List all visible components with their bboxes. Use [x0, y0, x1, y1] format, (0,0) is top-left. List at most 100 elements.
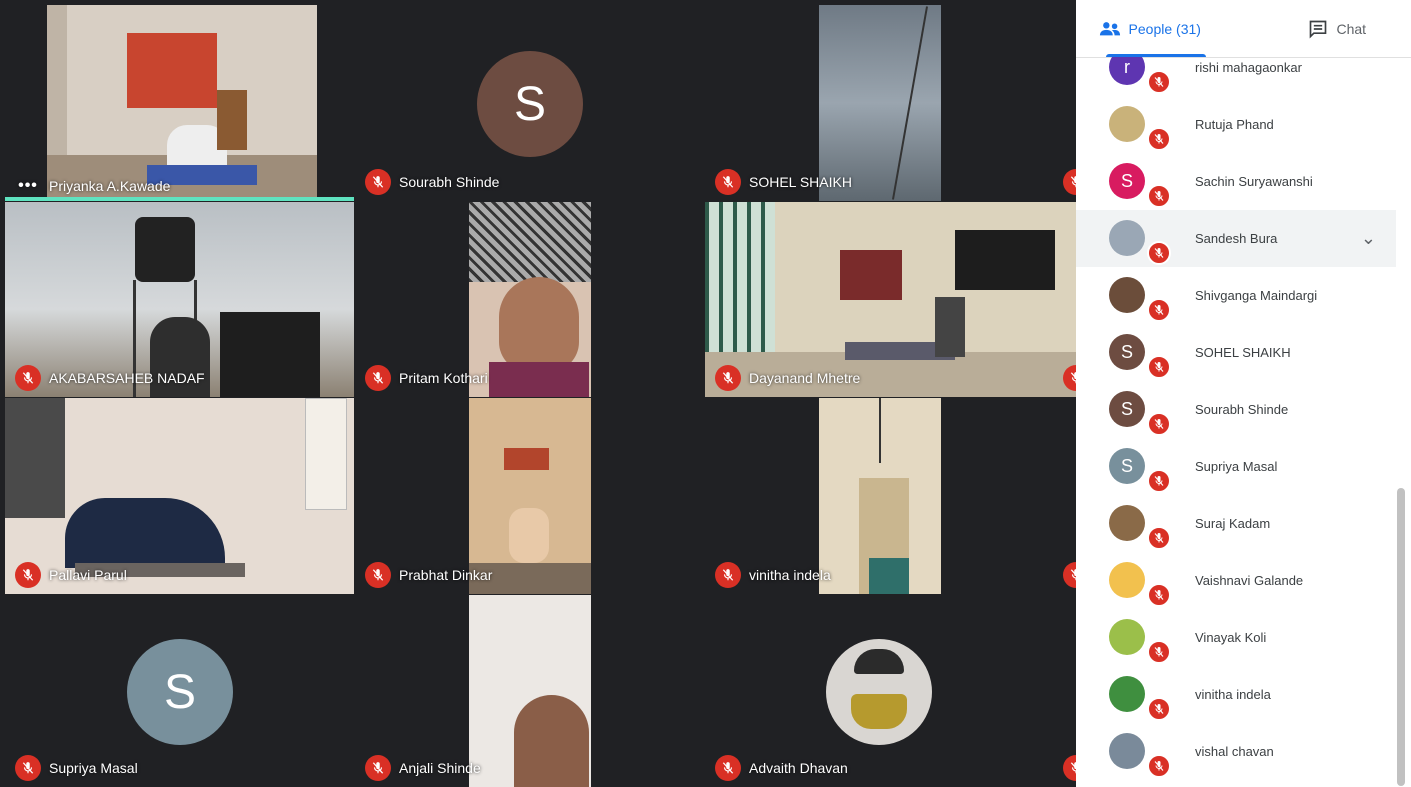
participant-name: Supriya Masal — [49, 760, 138, 776]
avatar — [1109, 619, 1145, 655]
participant-name: Advaith Dhavan — [749, 760, 848, 776]
participant-label: Prabhat Dinkar — [365, 562, 492, 588]
mic-off-icon — [1147, 469, 1171, 493]
panel-tabs: People (31) Chat — [1076, 0, 1411, 58]
participant-label: Sourabh Shinde — [365, 169, 499, 195]
participant-label: SOHEL SHAIKH — [715, 169, 852, 195]
mic-off-icon — [365, 755, 391, 781]
participant-label: Supriya Masal — [15, 755, 138, 781]
participant-name: Pallavi Parul — [49, 567, 127, 583]
avatar — [826, 639, 932, 745]
mic-off-icon — [1147, 184, 1171, 208]
participant-name: Shivganga Maindargi — [1195, 288, 1318, 303]
mic-off-icon — [1147, 241, 1171, 265]
participant-name: Vaishnavi Galande — [1195, 573, 1304, 588]
mic-off-icon — [1147, 298, 1171, 322]
video-tile[interactable]: Dayanand Mhetre — [705, 202, 1076, 397]
tab-people[interactable]: People (31) — [1076, 0, 1224, 57]
participant-label: ••• Priyanka A.Kawade — [15, 177, 170, 195]
video-feed — [819, 398, 941, 594]
mic-off-icon — [1063, 562, 1076, 588]
mic-off-icon — [365, 365, 391, 391]
participant-name: Sourabh Shinde — [399, 174, 500, 190]
participant-row[interactable]: S Supriya Masal — [1076, 438, 1396, 495]
video-tile[interactable]: vinitha indela — [705, 398, 1076, 594]
participant-label: Pallavi Parul — [15, 562, 127, 588]
avatar — [1109, 676, 1145, 712]
video-tile[interactable]: Advaith Dhavan — [705, 595, 1076, 787]
participant-row[interactable]: vishal chavan — [1076, 723, 1396, 780]
tab-people-label: People (31) — [1128, 20, 1201, 37]
mic-off-icon — [1147, 355, 1171, 379]
participant-row[interactable]: vinitha indela — [1076, 666, 1396, 723]
participant-row[interactable]: Sandesh Bura ⌄ — [1076, 210, 1396, 267]
participant-row[interactable]: Rutuja Phand — [1076, 96, 1396, 153]
participant-name: vishal chavan — [1195, 744, 1274, 759]
participant-row[interactable]: Vinayak Koli — [1076, 609, 1396, 666]
avatar: S — [1109, 334, 1145, 370]
participant-row[interactable]: S Sachin Suryawanshi — [1076, 153, 1396, 210]
avatar: S — [1109, 448, 1145, 484]
avatar — [1109, 733, 1145, 769]
participant-name: Dayanand Mhetre — [749, 370, 861, 386]
participant-name: Sourabh Shinde — [1195, 402, 1289, 417]
mic-off-icon — [715, 755, 741, 781]
participant-list[interactable]: r rishi mahagaonkar Rutuja Phand S Sachin Su… — [1076, 57, 1396, 787]
scrollbar[interactable] — [1397, 488, 1405, 786]
mic-off-icon — [1147, 412, 1171, 436]
participant-name: Suraj Kadam — [1195, 516, 1271, 531]
tab-chat[interactable]: Chat — [1264, 0, 1411, 57]
participant-label: Dayanand Mhetre — [715, 365, 860, 391]
participant-row[interactable]: Suraj Kadam — [1076, 495, 1396, 552]
mic-off-icon — [1147, 697, 1171, 721]
participant-label: vinitha indela — [715, 562, 831, 588]
people-panel: People (31) Chat r rishi mahagaonkar Rutuj… — [1076, 0, 1411, 787]
video-tile[interactable]: Pritam Kothari — [355, 202, 704, 397]
speaking-indicator — [5, 197, 354, 201]
avatar — [1109, 106, 1145, 142]
video-tile[interactable]: SOHEL SHAIKH — [705, 5, 1076, 201]
video-tile[interactable]: S Sourabh Shinde — [355, 5, 704, 201]
video-tile[interactable]: Pallavi Parul — [5, 398, 354, 594]
video-tile[interactable]: S Supriya Masal — [5, 595, 354, 787]
avatar: S — [127, 639, 233, 745]
participant-name: Sandesh Bura — [1195, 231, 1278, 246]
participant-row[interactable]: S Sourabh Shinde — [1076, 381, 1396, 438]
participant-name: Vinayak Koli — [1195, 630, 1267, 645]
mic-off-icon — [715, 365, 741, 391]
participant-name: Sachin Suryawanshi — [1195, 174, 1313, 189]
participant-row[interactable]: Vaishnavi Galande — [1076, 552, 1396, 609]
mic-off-icon — [1147, 583, 1171, 607]
participant-name: vinitha indela — [1195, 687, 1271, 702]
participant-row[interactable]: r rishi mahagaonkar — [1076, 57, 1396, 96]
participant-name: AKABARSAHEB NADAF — [49, 370, 205, 386]
avatar: S — [477, 51, 583, 157]
participant-label: Pritam Kothari — [365, 365, 488, 391]
participant-name: Pritam Kothari — [399, 370, 488, 386]
tab-chat-label: Chat — [1336, 20, 1367, 37]
participant-label: Advaith Dhavan — [715, 755, 848, 781]
participant-name: Supriya Masal — [1195, 459, 1278, 474]
avatar — [1109, 220, 1145, 256]
video-tile[interactable]: Prabhat Dinkar — [355, 398, 704, 594]
people-icon — [1099, 21, 1120, 35]
video-tile[interactable]: Anjali Shinde — [355, 595, 704, 787]
participant-row[interactable]: Shivganga Maindargi — [1076, 267, 1396, 324]
chat-icon — [1310, 20, 1327, 39]
mic-off-icon — [1147, 754, 1171, 778]
video-tile[interactable]: ••• Priyanka A.Kawade — [5, 5, 354, 201]
more-options-icon[interactable]: ••• — [15, 177, 41, 195]
participant-name: Rutuja Phand — [1195, 117, 1274, 132]
mic-off-icon — [1147, 526, 1171, 550]
mic-off-icon — [715, 562, 741, 588]
participant-name: SOHEL SHAIKH — [749, 174, 852, 190]
mic-off-icon — [15, 365, 41, 391]
chevron-down-icon[interactable]: ⌄ — [1361, 228, 1376, 249]
mic-off-icon — [1147, 70, 1171, 94]
mic-off-icon — [15, 562, 41, 588]
video-tile[interactable]: AKABARSAHEB NADAF — [5, 202, 354, 397]
participant-name: Anjali Shinde — [399, 760, 481, 776]
participant-label: AKABARSAHEB NADAF — [15, 365, 205, 391]
participant-name: vinitha indela — [749, 567, 831, 583]
participant-row[interactable]: S SOHEL SHAIKH — [1076, 324, 1396, 381]
